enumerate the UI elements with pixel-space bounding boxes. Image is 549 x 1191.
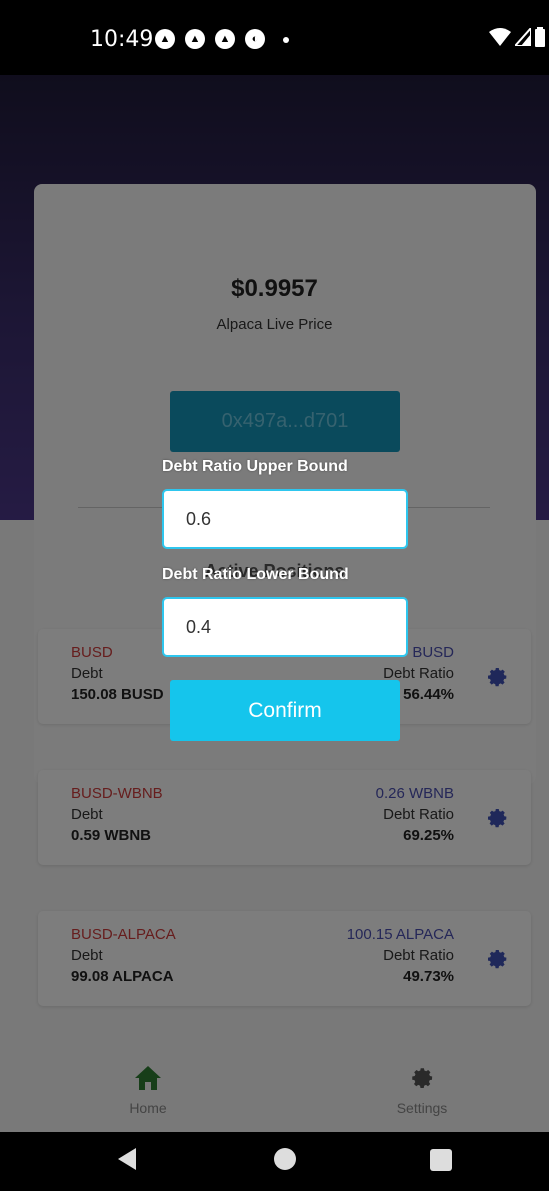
battery-icon (535, 27, 545, 47)
app-notification-icon: ▲ (215, 29, 235, 49)
lower-bound-input[interactable]: 0.4 (162, 597, 408, 657)
upper-bound-input[interactable]: 0.6 (162, 489, 408, 549)
confirm-button[interactable]: Confirm (170, 680, 400, 741)
status-time: 10:49 (90, 27, 154, 52)
cellular-signal-icon (515, 28, 531, 46)
system-status-icons (489, 27, 545, 47)
status-bar: 10:49 ▲ ▲ ▲ ◐ (0, 0, 549, 75)
lower-bound-label: Debt Ratio Lower Bound (162, 566, 349, 583)
back-icon[interactable] (118, 1148, 136, 1170)
notification-icons: ▲ ▲ ▲ ◐ (155, 29, 289, 49)
home-circle-icon[interactable] (274, 1148, 296, 1170)
wifi-icon (489, 28, 511, 46)
app-notification-icon: ▲ (185, 29, 205, 49)
more-notifications-dot-icon (283, 37, 289, 43)
system-nav-bar (0, 1132, 549, 1191)
app-notification-icon: ▲ (155, 29, 175, 49)
upper-bound-label: Debt Ratio Upper Bound (162, 458, 348, 475)
app-notification-icon: ◐ (245, 29, 265, 49)
recents-icon[interactable] (430, 1149, 452, 1171)
